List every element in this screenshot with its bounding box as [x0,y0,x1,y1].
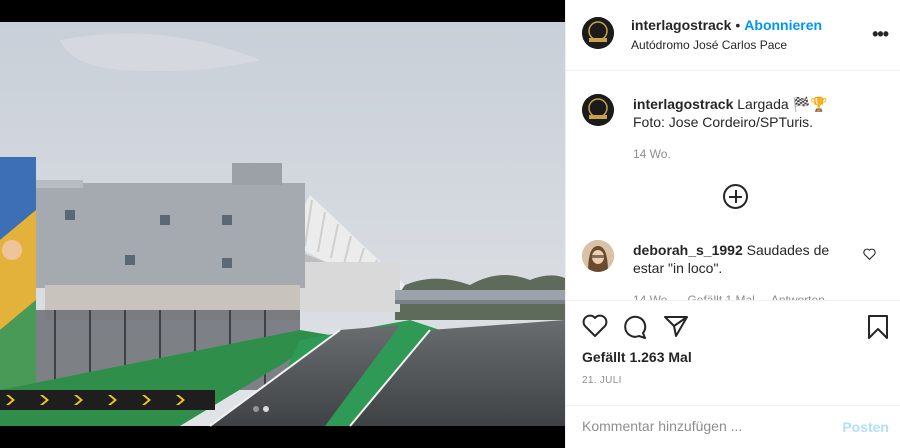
user-photo-icon [582,240,614,272]
commenter-avatar[interactable] [582,240,614,272]
caption-avatar[interactable] [582,94,614,126]
caption-credit: Foto: Jose Cordeiro/SPTuris. [633,114,813,130]
post-location[interactable]: Autódromo José Carlos Pace [631,38,787,52]
comment-username[interactable]: deborah_s_1992 [633,242,743,258]
interlagos-logo-icon [582,17,614,49]
comment-like-heart-icon[interactable] [863,248,876,260]
track-photo-image [0,0,565,448]
separator-dot: • [735,17,741,33]
post-photo[interactable] [0,0,565,448]
caption-username[interactable]: interlagostrack [633,96,733,112]
post-date[interactable]: 21. JULI [582,375,622,386]
more-options-icon[interactable]: ••• [872,24,889,45]
comment-avatar-wrap [582,240,614,272]
carousel-dot [253,406,259,412]
author-avatar[interactable] [582,17,614,49]
comment-icon[interactable] [622,314,648,340]
post-side-panel: interlagostrack • Abonnieren Autódromo J… [565,0,900,448]
interlagos-logo-icon [582,94,614,126]
caption-age: 14 Wo. [633,147,671,161]
header-user-line: interlagostrack • Abonnieren [631,17,822,33]
heart-icon[interactable] [582,314,608,338]
caption-avatar-wrap [582,94,614,126]
post-actions: Gefällt 1.263 Mal 21. JULI [566,300,900,400]
carousel-dot-active [263,406,269,412]
carousel-indicator [253,406,269,412]
comment-input[interactable] [582,418,822,434]
comments-list[interactable]: interlagostrack Largada 🏁🏆 Foto: Jose Co… [566,72,900,300]
post-header: interlagostrack • Abonnieren Autódromo J… [566,0,900,71]
caption-text-block: interlagostrack Largada 🏁🏆 Foto: Jose Co… [633,95,863,163]
comment-meta: 14 Wo. Gefällt 1 Mal Antworten [633,293,825,300]
comment-composer: Posten [566,405,900,448]
load-more-comments-icon[interactable] [723,184,748,209]
paper-plane-icon[interactable] [663,314,689,338]
bookmark-icon[interactable] [867,314,889,340]
follow-button[interactable]: Abonnieren [744,17,822,33]
author-username[interactable]: interlagostrack [631,17,731,33]
comment-text-block: deborah_s_1992 Saudades de estar "in loc… [633,241,863,300]
likes-count[interactable]: Gefällt 1.263 Mal [582,349,692,365]
caption-text: Largada 🏁🏆 [737,96,828,112]
post-comment-button[interactable]: Posten [842,419,889,435]
